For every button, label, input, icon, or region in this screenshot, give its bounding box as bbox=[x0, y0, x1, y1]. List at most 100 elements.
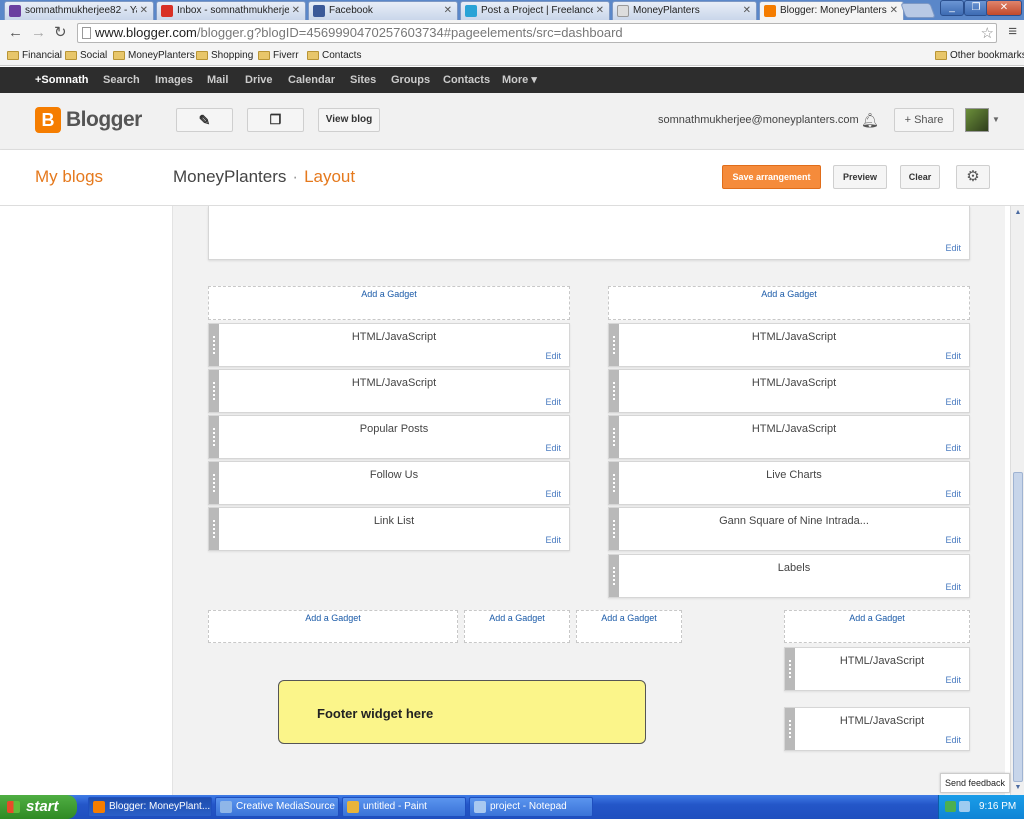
edit-link[interactable]: Edit bbox=[545, 397, 561, 407]
bookmark-folder[interactable]: MoneyPlanters bbox=[113, 49, 195, 63]
taskbar-item-paint[interactable]: untitled - Paint bbox=[342, 797, 466, 817]
gadget-popular-posts[interactable]: Popular Posts Edit bbox=[208, 415, 570, 459]
taskbar-item-notepad[interactable]: project - Notepad bbox=[469, 797, 593, 817]
start-button[interactable]: start bbox=[0, 795, 77, 819]
edit-link[interactable]: Edit bbox=[945, 443, 961, 453]
add-gadget-link[interactable]: Add a Gadget bbox=[208, 610, 458, 643]
bookmark-star-icon[interactable]: ☆ bbox=[981, 24, 994, 42]
drag-handle[interactable] bbox=[209, 416, 219, 458]
clear-button[interactable]: Clear bbox=[900, 165, 940, 189]
close-icon[interactable]: ✕ bbox=[743, 2, 751, 19]
scrollbar-thumb[interactable] bbox=[1013, 472, 1023, 782]
maximize-button[interactable]: ❐ bbox=[964, 0, 988, 16]
url-input[interactable]: www.blogger.com/blogger.g?blogID=4569990… bbox=[77, 23, 997, 43]
drag-handle[interactable] bbox=[609, 370, 619, 412]
preview-button[interactable]: Preview bbox=[833, 165, 887, 189]
drag-handle[interactable] bbox=[785, 708, 795, 750]
gadget-labels[interactable]: Labels Edit bbox=[608, 554, 970, 598]
gadget-html-javascript[interactable]: HTML/JavaScript Edit bbox=[784, 707, 970, 751]
add-gadget-link[interactable]: Add a Gadget bbox=[608, 286, 970, 320]
bookmark-folder[interactable]: Social bbox=[65, 49, 107, 63]
blogger-logo-icon[interactable]: B bbox=[35, 107, 61, 133]
close-icon[interactable]: ✕ bbox=[292, 2, 300, 19]
edit-link[interactable]: Edit bbox=[945, 582, 961, 592]
minimize-button[interactable]: _ bbox=[940, 0, 964, 16]
gadget-html-javascript[interactable]: HTML/JavaScript Edit bbox=[608, 323, 970, 367]
scroll-down-icon[interactable]: ▼ bbox=[1013, 783, 1023, 793]
gadget-html-javascript[interactable]: HTML/JavaScript Edit bbox=[608, 415, 970, 459]
avatar[interactable] bbox=[965, 108, 989, 132]
browser-tab[interactable]: MoneyPlanters ✕ bbox=[612, 1, 757, 20]
reload-icon[interactable]: ↻ bbox=[54, 24, 67, 42]
gbar-item-search[interactable]: Search bbox=[103, 67, 140, 93]
back-arrow-icon[interactable]: ← bbox=[8, 24, 23, 42]
send-feedback-button[interactable]: Send feedback bbox=[940, 773, 1010, 793]
drag-handle[interactable] bbox=[785, 648, 795, 690]
network-icon[interactable] bbox=[959, 801, 970, 812]
drag-handle[interactable] bbox=[209, 324, 219, 366]
gbar-item-groups[interactable]: Groups bbox=[391, 67, 430, 93]
posts-list-button[interactable]: ❐ bbox=[247, 108, 304, 132]
scroll-up-icon[interactable]: ▲ bbox=[1013, 208, 1023, 218]
edit-link[interactable]: Edit bbox=[945, 351, 961, 361]
view-blog-button[interactable]: View blog bbox=[318, 108, 380, 132]
drag-handle[interactable] bbox=[609, 462, 619, 504]
gear-icon[interactable]: ⚙ bbox=[956, 165, 990, 189]
gbar-item-profile[interactable]: +Somnath bbox=[35, 67, 88, 93]
gadget-live-charts[interactable]: Live Charts Edit bbox=[608, 461, 970, 505]
taskbar-item-mediasource[interactable]: Creative MediaSource bbox=[215, 797, 339, 817]
gadget-html-javascript[interactable]: HTML/JavaScript Edit bbox=[784, 647, 970, 691]
close-icon[interactable]: ✕ bbox=[444, 2, 452, 19]
header-gadget[interactable]: Edit bbox=[208, 206, 970, 260]
add-gadget-link[interactable]: Add a Gadget bbox=[576, 610, 682, 643]
browser-tab-active[interactable]: Blogger: MoneyPlanters - Lay ✕ bbox=[759, 1, 904, 21]
chevron-down-icon[interactable]: ▼ bbox=[992, 115, 1000, 124]
gadget-html-javascript[interactable]: HTML/JavaScript Edit bbox=[208, 323, 570, 367]
other-bookmarks-folder[interactable]: Other bookmarks bbox=[935, 49, 1024, 63]
drag-handle[interactable] bbox=[209, 508, 219, 550]
edit-link[interactable]: Edit bbox=[545, 535, 561, 545]
drag-handle[interactable] bbox=[609, 324, 619, 366]
save-arrangement-button[interactable]: Save arrangement bbox=[722, 165, 821, 189]
edit-link[interactable]: Edit bbox=[945, 735, 961, 745]
bookmark-folder[interactable]: Fiverr bbox=[258, 49, 299, 63]
edit-link[interactable]: Edit bbox=[945, 489, 961, 499]
edit-link[interactable]: Edit bbox=[945, 535, 961, 545]
edit-link[interactable]: Edit bbox=[945, 397, 961, 407]
edit-link[interactable]: Edit bbox=[545, 351, 561, 361]
add-gadget-link[interactable]: Add a Gadget bbox=[464, 610, 570, 643]
close-window-button[interactable]: ✕ bbox=[986, 0, 1022, 16]
drag-handle[interactable] bbox=[609, 508, 619, 550]
add-gadget-link[interactable]: Add a Gadget bbox=[208, 286, 570, 320]
security-icon[interactable] bbox=[945, 801, 956, 812]
clock[interactable]: 9:16 PM bbox=[979, 795, 1016, 819]
share-button[interactable]: + Share bbox=[894, 108, 954, 132]
forward-arrow-icon[interactable]: → bbox=[31, 24, 46, 42]
new-tab-button[interactable] bbox=[900, 3, 936, 18]
menu-icon[interactable]: ≡ bbox=[1008, 23, 1017, 40]
gbar-item-sites[interactable]: Sites bbox=[350, 67, 376, 93]
bookmark-folder[interactable]: Shopping bbox=[196, 49, 253, 63]
gbar-item-images[interactable]: Images bbox=[155, 67, 193, 93]
gadget-link-list[interactable]: Link List Edit bbox=[208, 507, 570, 551]
drag-handle[interactable] bbox=[609, 416, 619, 458]
close-icon[interactable]: ✕ bbox=[596, 2, 604, 19]
edit-link[interactable]: Edit bbox=[545, 443, 561, 453]
edit-link[interactable]: Edit bbox=[945, 243, 961, 253]
browser-tab[interactable]: Facebook ✕ bbox=[308, 1, 458, 20]
drag-handle[interactable] bbox=[609, 555, 619, 597]
bookmark-folder[interactable]: Contacts bbox=[307, 49, 361, 63]
gbar-item-drive[interactable]: Drive bbox=[245, 67, 273, 93]
gbar-item-contacts[interactable]: Contacts bbox=[443, 67, 490, 93]
gadget-gann-square[interactable]: Gann Square of Nine Intrada... Edit bbox=[608, 507, 970, 551]
blogger-logo-text[interactable]: Blogger bbox=[66, 108, 142, 132]
vertical-scrollbar[interactable]: ▲ ▼ bbox=[1010, 206, 1024, 795]
gadget-html-javascript[interactable]: HTML/JavaScript Edit bbox=[208, 369, 570, 413]
bell-icon[interactable]: 🔔︎ bbox=[861, 112, 879, 129]
browser-tab[interactable]: Post a Project | Freelancer. ✕ bbox=[460, 1, 610, 20]
browser-tab[interactable]: somnathmukherjee82 - Yah ✕ bbox=[4, 1, 154, 20]
edit-link[interactable]: Edit bbox=[945, 675, 961, 685]
my-blogs-link[interactable]: My blogs bbox=[35, 167, 103, 187]
drag-handle[interactable] bbox=[209, 370, 219, 412]
blog-name[interactable]: MoneyPlanters bbox=[173, 167, 286, 186]
